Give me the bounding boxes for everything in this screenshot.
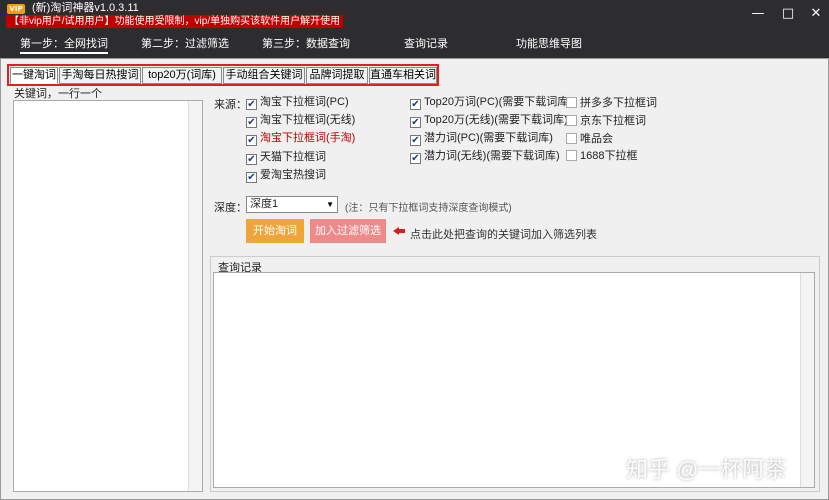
checkbox-checked-icon[interactable]: ✔	[410, 153, 421, 164]
source-option-label: 京东下拉框词	[580, 115, 646, 127]
add-filter-hint: 点击此处把查询的关键词加入筛选列表	[410, 229, 597, 241]
source-option-label: 爱淘宝热搜词	[260, 169, 326, 181]
tab-daily-hot-search[interactable]: 手淘每日热搜词	[59, 67, 141, 84]
checkbox-unchecked-icon[interactable]	[566, 133, 577, 144]
source-option-label: 1688下拉框	[580, 150, 638, 162]
source-option-label: 拼多多下拉框词	[580, 97, 657, 109]
vip-logo-icon: VIP	[7, 4, 25, 14]
source-option-label: Top20万(无线)(需要下载词库)	[424, 114, 568, 126]
checkbox-unchecked-icon[interactable]	[566, 115, 577, 126]
depth-select[interactable]: 深度1 ▼	[246, 196, 338, 213]
depth-note: (注：只有下拉框词支持深度查询模式)	[345, 203, 512, 214]
menu-step3-data-query[interactable]: 第三步：数据查询	[262, 36, 350, 52]
source-option-label: 潜力词(PC)(需要下载词库)	[424, 132, 553, 144]
menu-mind-map[interactable]: 功能思维导图	[516, 36, 582, 52]
depth-label: 深度：	[214, 202, 247, 214]
checkbox-checked-icon[interactable]: ✔	[246, 99, 257, 110]
source-option-label: 淘宝下拉框词(无线)	[260, 114, 356, 126]
watermark: 知乎 @一杯阿茶	[626, 457, 787, 482]
start-search-button[interactable]: 开始淘词	[246, 219, 304, 243]
checkbox-unchecked-icon[interactable]	[566, 150, 577, 161]
source-option-label: 天猫下拉框词	[260, 151, 326, 163]
close-button[interactable]: ✕	[806, 6, 826, 22]
source-option-top20w-wireless[interactable]: ✔ Top20万(无线)(需要下载词库)	[410, 113, 568, 128]
checkbox-checked-icon[interactable]: ✔	[246, 172, 257, 183]
tab-top20w[interactable]: top20万(词库)	[142, 67, 222, 84]
add-to-filter-button[interactable]: 加入过滤筛选	[310, 219, 386, 243]
tab-brand-extract[interactable]: 品牌词提取	[306, 67, 368, 84]
source-option-label: 淘宝下拉框词(手淘)	[260, 132, 356, 144]
checkbox-checked-icon[interactable]: ✔	[410, 117, 421, 128]
source-option-taobao-wireless[interactable]: ✔ 淘宝下拉框词(无线)	[246, 113, 356, 128]
title-bar: VIP (新)淘词神器v1.0.3.11 【非vip用户/试用用户】功能使用受限…	[0, 0, 829, 32]
source-option-tmall[interactable]: ✔ 天猫下拉框词	[246, 150, 326, 165]
checkbox-unchecked-icon[interactable]	[566, 97, 577, 108]
tab-manual-combine[interactable]: 手动组合关键词	[223, 67, 305, 84]
tab-one-click[interactable]: 一键淘词	[10, 67, 58, 84]
menu-step2-filter[interactable]: 第二步：过滤筛选	[141, 36, 229, 52]
source-option-label: 潜力词(无线)(需要下载词库)	[424, 150, 560, 162]
chevron-down-icon[interactable]: ▼	[326, 197, 334, 212]
source-option-potential-wireless[interactable]: ✔ 潜力词(无线)(需要下载词库)	[410, 149, 560, 164]
source-option-aitaobao[interactable]: ✔ 爱淘宝热搜词	[246, 168, 326, 183]
source-option-taobao-pc[interactable]: ✔ 淘宝下拉框词(PC)	[246, 95, 349, 110]
source-option-jd[interactable]: 京东下拉框词	[566, 114, 646, 128]
source-option-1688[interactable]: 1688下拉框	[566, 149, 637, 163]
keywords-scrollbar[interactable]	[188, 101, 202, 491]
app-title: (新)淘词神器v1.0.3.11	[32, 2, 139, 14]
minimize-button[interactable]: —	[748, 6, 768, 22]
vip-warning-banner: 【非vip用户/试用用户】功能使用受限制，vip/单独购买该软件用户解开使用	[6, 15, 344, 28]
pointing-hand-icon	[393, 227, 405, 235]
checkbox-checked-icon[interactable]: ✔	[410, 135, 421, 146]
source-option-vip[interactable]: 唯品会	[566, 132, 613, 146]
source-option-label: Top20万词(PC)(需要下载词库)	[424, 96, 572, 108]
menu-step1-find-words[interactable]: 第一步：全网找词	[20, 36, 108, 54]
checkbox-checked-icon[interactable]: ✔	[246, 154, 257, 165]
main-menu-bar: 第一步：全网找词 第二步：过滤筛选 第三步：数据查询 查询记录 功能思维导图	[0, 32, 829, 58]
keywords-textarea[interactable]	[13, 100, 203, 492]
query-log-scrollbar[interactable]	[800, 273, 814, 487]
source-option-top20w-pc[interactable]: ✔ Top20万词(PC)(需要下载词库)	[410, 95, 572, 110]
checkbox-checked-icon[interactable]: ✔	[410, 99, 421, 110]
menu-query-history[interactable]: 查询记录	[404, 36, 448, 52]
depth-selected-value: 深度1	[250, 198, 279, 210]
checkbox-checked-icon[interactable]: ✔	[246, 117, 257, 128]
source-option-label: 唯品会	[580, 133, 613, 145]
source-option-label: 淘宝下拉框词(PC)	[260, 96, 349, 108]
source-option-taobao-mobile[interactable]: ✔ 淘宝下拉框词(手淘)	[246, 131, 356, 146]
maximize-button[interactable]: □	[778, 6, 798, 22]
tab-ztc-related[interactable]: 直通车相关词	[369, 67, 437, 84]
source-label: 来源：	[214, 99, 247, 111]
source-option-pinduoduo[interactable]: 拼多多下拉框词	[566, 96, 657, 110]
source-option-potential-pc[interactable]: ✔ 潜力词(PC)(需要下载词库)	[410, 131, 553, 146]
checkbox-checked-icon[interactable]: ✔	[246, 135, 257, 146]
